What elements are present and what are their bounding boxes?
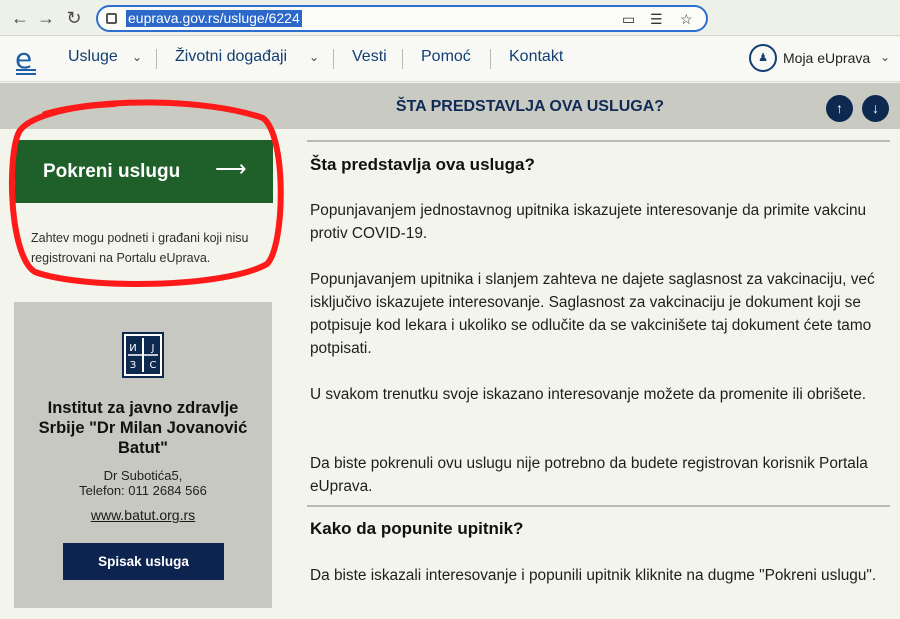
arrow-right-icon: ⟶	[215, 156, 247, 181]
nav-divider	[490, 49, 491, 69]
section-title: ŠTA PREDSTAVLJA OVA USLUGA?	[395, 98, 665, 115]
institution-logo-icon: И Ј З С	[122, 332, 164, 378]
reload-icon[interactable]: ↻	[62, 6, 86, 30]
nav-zivotni-dogadjaji[interactable]: Životni događaji	[175, 48, 287, 66]
nav-divider	[333, 49, 334, 69]
address-bar[interactable]: euprava.gov.rs/usluge/6224 ▭ ☰ ☆	[96, 5, 708, 32]
scroll-down-icon[interactable]: ↓	[862, 95, 889, 122]
instructions-paragraph: Da biste iskazali interesovanje i popuni…	[310, 567, 877, 584]
nav-pomoc[interactable]: Pomoć	[421, 48, 471, 66]
logo-letter: Ј	[151, 343, 155, 354]
institution-card: И Ј З С Institut za javno zdravlje Srbij…	[14, 302, 272, 608]
chevron-down-icon[interactable]: ⌄	[880, 50, 890, 64]
service-description-heading: Šta predstavlja ova usluga?	[310, 155, 535, 174]
browser-toolbar: ← → ↻ euprava.gov.rs/usluge/6224 ▭ ☰ ☆	[0, 0, 900, 36]
nav-usluge[interactable]: Usluge	[68, 48, 118, 66]
forward-icon[interactable]: →	[34, 6, 58, 30]
start-service-label: Pokreni uslugu	[43, 161, 181, 182]
user-account-icon[interactable]: ♟	[749, 44, 777, 72]
cast-icon[interactable]: ▭	[622, 11, 635, 28]
account-menu-label[interactable]: Moja eUprava	[783, 50, 870, 66]
nav-divider	[156, 49, 157, 69]
logo-letter: С	[150, 360, 157, 371]
bookmark-star-icon[interactable]: ☆	[680, 11, 693, 28]
description-paragraph: Popunjavanjem upitnika i slanjem zahteva…	[310, 271, 875, 357]
nav-divider	[402, 49, 403, 69]
logo-letter: И	[129, 343, 136, 354]
institution-address: Dr Subotića5, Telefon: 011 2684 566	[24, 468, 262, 498]
content-divider	[307, 140, 890, 142]
institution-street: Dr Subotića5,	[103, 468, 183, 483]
content-divider	[307, 505, 890, 507]
lock-icon	[106, 13, 117, 24]
nav-vesti[interactable]: Vesti	[352, 48, 387, 66]
section-bar: ŠTA PREDSTAVLJA OVA USLUGA? ↑ ↓	[0, 83, 900, 129]
services-list-button[interactable]: Spisak usluga	[63, 543, 224, 580]
institution-name: Institut za javno zdravlje Srbije "Dr Mi…	[38, 399, 248, 457]
chevron-down-icon[interactable]: ⌄	[309, 50, 319, 64]
logo-letter: З	[130, 360, 136, 371]
url-text[interactable]: euprava.gov.rs/usluge/6224	[126, 10, 302, 27]
back-icon[interactable]: ←	[8, 6, 32, 30]
chevron-down-icon[interactable]: ⌄	[132, 50, 142, 64]
euprava-logo-icon[interactable]: e	[12, 42, 38, 75]
nav-kontakt[interactable]: Kontakt	[509, 48, 563, 66]
scroll-up-icon[interactable]: ↑	[826, 95, 853, 122]
institution-website-link[interactable]: www.batut.org.rs	[24, 507, 262, 523]
site-header: e Usluge ⌄ Životni događaji ⌄ Vesti Pomo…	[0, 37, 900, 82]
translate-icon[interactable]: ☰	[650, 11, 663, 28]
description-paragraph: Da biste pokrenuli ovu uslugu nije potre…	[310, 455, 868, 495]
how-to-fill-heading: Kako da popunite upitnik?	[310, 519, 524, 538]
start-service-button[interactable]: Pokreni uslugu ⟶	[15, 140, 273, 203]
description-paragraph: U svakom trenutku svoje iskazano interes…	[310, 386, 867, 403]
start-service-note: Zahtev mogu podneti i građani koji nisu …	[31, 231, 249, 265]
description-paragraph: Popunjavanjem jednostavnog upitnika iska…	[310, 202, 867, 242]
institution-phone: Telefon: 011 2684 566	[79, 483, 207, 498]
